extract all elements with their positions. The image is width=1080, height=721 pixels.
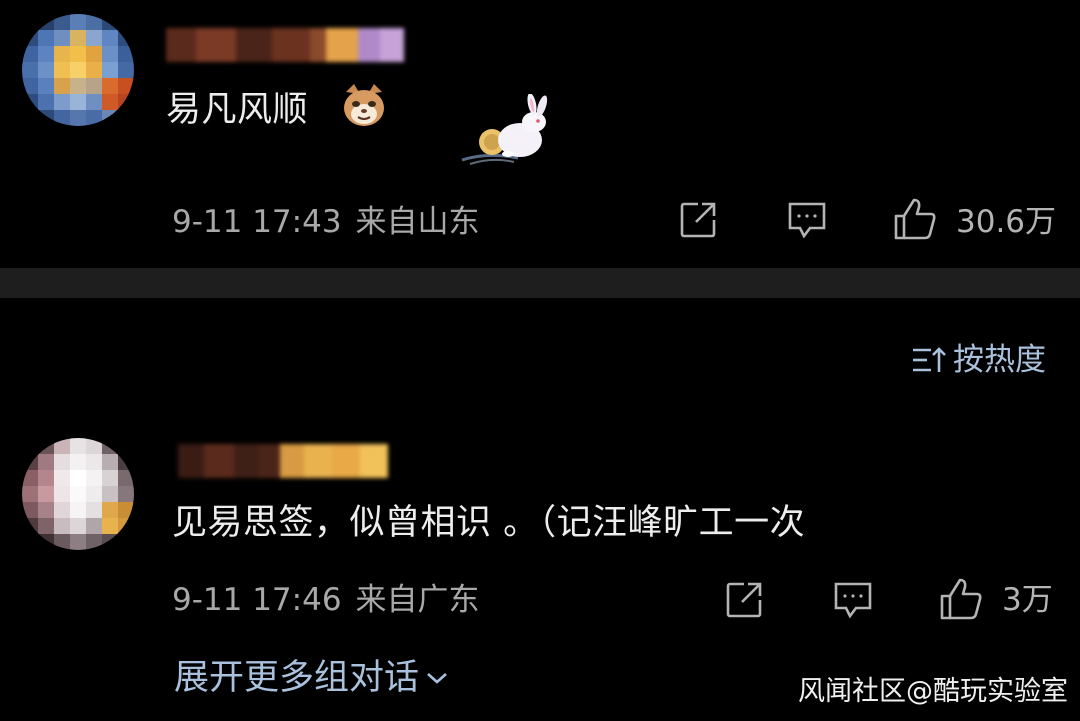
like-count: 30.6万 bbox=[956, 204, 1057, 240]
avatar[interactable] bbox=[22, 14, 134, 126]
comment-card: 见易思签，似曾相识 。（记汪峰旷工一次 9-11 17:46 来自广东 3万 bbox=[0, 400, 1080, 721]
username-blurred[interactable] bbox=[178, 444, 388, 478]
share-icon bbox=[726, 582, 762, 618]
comment-location: 来自山东 bbox=[355, 204, 480, 240]
sort-icon bbox=[913, 347, 946, 372]
expand-label: 展开更多组对话 bbox=[174, 658, 420, 698]
avatar[interactable] bbox=[22, 438, 134, 550]
comment-card: 易凡风顺 9-11 17:43 来自山东 30.6万 bbox=[0, 0, 1080, 268]
chevron-down-icon bbox=[427, 673, 447, 684]
share-icon bbox=[680, 202, 716, 238]
comment-location: 来自广东 bbox=[355, 582, 480, 618]
cat-face-emoji bbox=[344, 84, 384, 126]
comment-time: 9-11 17:46 bbox=[172, 582, 342, 618]
comment-icon bbox=[834, 582, 872, 619]
sort-toggle[interactable]: 按热度 bbox=[911, 340, 1046, 380]
moon-rabbit-sticker bbox=[461, 94, 548, 165]
watermark: 风闻社区@酷玩实验室 bbox=[798, 676, 1068, 707]
reply-button[interactable] bbox=[786, 200, 828, 240]
comment-text: 易凡风顺 bbox=[166, 90, 309, 130]
comment-meta: 9-11 17:43 来自山东 bbox=[172, 202, 480, 242]
share-button[interactable] bbox=[678, 200, 718, 240]
like-count: 3万 bbox=[1002, 582, 1053, 618]
thumbs-up-icon bbox=[894, 198, 936, 240]
username-blurred[interactable] bbox=[166, 28, 404, 62]
section-divider bbox=[0, 268, 1080, 298]
sort-label: 按热度 bbox=[953, 342, 1046, 378]
comment-text: 见易思签，似曾相识 。（记汪峰旷工一次 bbox=[172, 503, 806, 543]
comment-icon bbox=[788, 202, 826, 239]
like-button[interactable] bbox=[892, 196, 938, 242]
comment-time: 9-11 17:43 bbox=[172, 204, 342, 240]
share-button[interactable] bbox=[724, 580, 764, 620]
comment-meta: 9-11 17:46 来自广东 bbox=[172, 580, 480, 620]
reply-button[interactable] bbox=[832, 580, 874, 620]
expand-more-dialogues-link[interactable]: 展开更多组对话 bbox=[174, 656, 449, 700]
like-button[interactable] bbox=[938, 576, 984, 622]
thumbs-up-icon bbox=[940, 578, 982, 620]
